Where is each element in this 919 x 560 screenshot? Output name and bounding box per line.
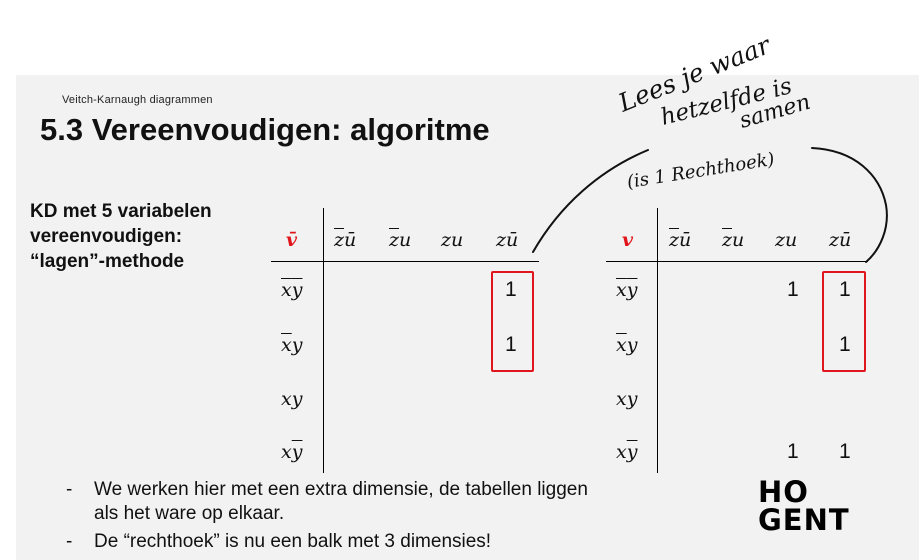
list-item: - We werken hier met een extra dimensie,…: [66, 478, 706, 526]
annotation-arrow-left: [532, 149, 649, 253]
bullet-dash: -: [66, 479, 73, 500]
bullet-dash: -: [66, 531, 73, 552]
list-item: - De “rechthoek” is nu een balk met 3 di…: [66, 530, 706, 554]
hogent-logo: HO GENT: [758, 475, 850, 537]
annotation-arrow-right: [811, 147, 888, 263]
bullet-list: - We werken hier met een extra dimensie,…: [66, 478, 706, 558]
logo-line: GENT: [758, 503, 850, 537]
bullet-text: als het ware op elkaar.: [94, 503, 285, 524]
bullet-text: We werken hier met een extra dimensie, d…: [94, 479, 588, 500]
logo-line: HO: [758, 475, 809, 509]
annotation-line: (is 1 Rechthoek): [625, 149, 775, 193]
bullet-text: De “rechthoek” is nu een balk met 3 dime…: [94, 531, 492, 552]
